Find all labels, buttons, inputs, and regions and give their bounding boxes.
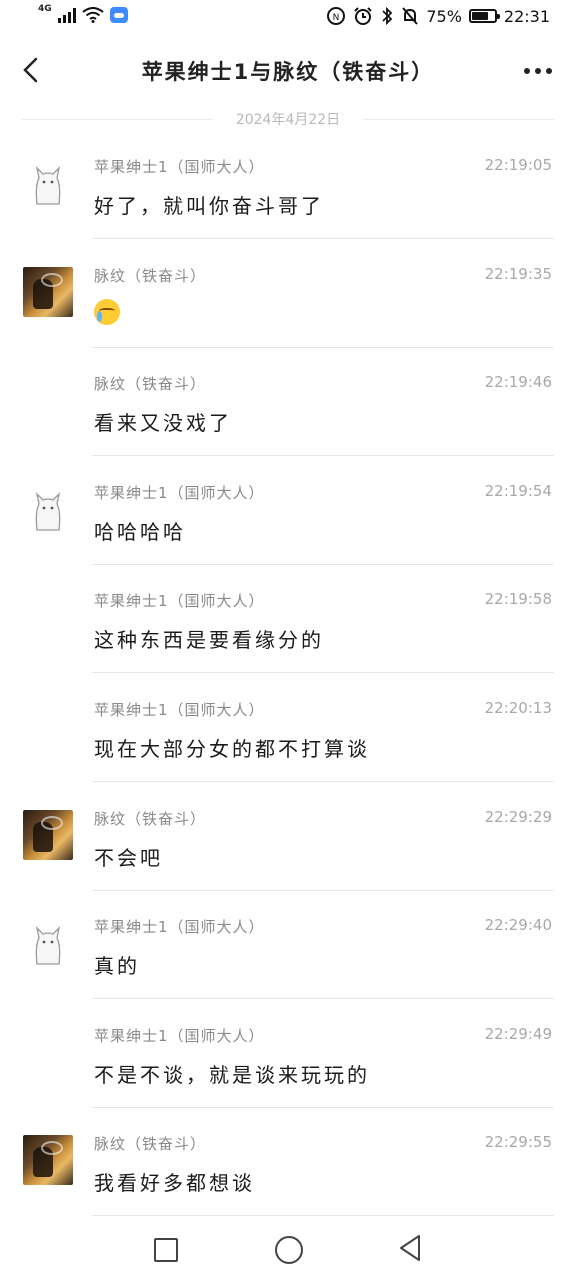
avatar-photo[interactable] xyxy=(23,266,73,317)
alarm-icon xyxy=(354,7,373,25)
avatar-photo[interactable] xyxy=(23,809,73,860)
crying-face-emoji-icon xyxy=(94,299,120,326)
network-type: 4G xyxy=(38,4,52,14)
message-item[interactable]: 苹果绅士1（国师大人） 22:20:13 现在大部分女的都不打算谈 xyxy=(0,683,576,792)
page-title: 苹果绅士1与脉纹（铁奋斗） xyxy=(141,60,435,84)
chevron-left-icon[interactable] xyxy=(18,56,46,84)
message-sender: 苹果绅士1（国师大人） xyxy=(94,700,265,719)
message-sender: 脉纹（铁奋斗） xyxy=(94,1135,207,1154)
date-label: 2024年4月22日 xyxy=(213,108,363,132)
avatar-photo[interactable] xyxy=(23,1135,73,1186)
divider xyxy=(92,780,554,782)
message-time: 22:29:29 xyxy=(484,807,552,826)
square-icon[interactable] xyxy=(154,1238,178,1262)
message-text: 真的 xyxy=(94,954,140,979)
message-sender: 脉纹（铁奋斗） xyxy=(94,266,207,285)
message-text: 不是不谈，就是谈来玩玩的 xyxy=(94,1062,370,1087)
divider xyxy=(92,672,554,674)
message-time: 22:29:49 xyxy=(484,1024,552,1043)
message-text: 我看好多都想谈 xyxy=(94,1171,255,1196)
svg-text:N: N xyxy=(333,13,340,23)
data-saver-icon: N xyxy=(327,7,346,25)
message-sender: 苹果绅士1（国师大人） xyxy=(94,1026,265,1045)
message-text: 看来又没戏了 xyxy=(94,411,232,436)
message-time: 22:20:13 xyxy=(484,698,552,717)
message-text xyxy=(94,299,120,326)
divider xyxy=(92,998,554,1000)
message-item[interactable]: 脉纹（铁奋斗） 22:19:46 看来又没戏了 xyxy=(0,357,576,466)
message-sender: 苹果绅士1（国师大人） xyxy=(94,918,265,937)
avatar-cat[interactable] xyxy=(23,918,73,969)
battery-icon xyxy=(468,9,500,23)
message-sender: 脉纹（铁奋斗） xyxy=(94,375,207,394)
avatar-cat[interactable] xyxy=(23,483,73,534)
message-text: 不会吧 xyxy=(94,845,163,870)
message-list[interactable]: 苹果绅士1（国师大人） 22:19:05 好了，就叫你奋斗哥了脉纹（铁奋斗） 22:1… xyxy=(0,140,576,1226)
message-sender: 苹果绅士1（国师大人） xyxy=(94,483,265,502)
message-time: 22:19:58 xyxy=(484,590,552,609)
message-item[interactable]: 脉纹（铁奋斗） 22:19:35 xyxy=(0,249,576,358)
triangle-back-icon[interactable] xyxy=(398,1234,422,1262)
message-time: 22:29:40 xyxy=(484,916,552,935)
cloud-icon xyxy=(109,7,128,23)
more-dots-icon[interactable] xyxy=(524,68,552,74)
divider xyxy=(92,238,554,239)
signal-icon xyxy=(57,7,76,23)
message-item[interactable]: 苹果绅士1（国师大人） 22:29:40 真的 xyxy=(0,900,576,1009)
message-text: 哈哈哈哈 xyxy=(94,519,186,544)
divider xyxy=(92,1215,554,1217)
divider xyxy=(92,346,554,348)
message-time: 22:19:05 xyxy=(484,156,552,174)
message-item[interactable]: 脉纹（铁奋斗） 22:29:29 不会吧 xyxy=(0,792,576,901)
message-time: 22:19:46 xyxy=(484,373,552,392)
message-item[interactable]: 脉纹（铁奋斗） 22:29:55 我看好多都想谈 xyxy=(0,1117,576,1226)
message-time: 22:29:55 xyxy=(484,1133,552,1152)
clock: 22:31 xyxy=(503,6,550,26)
divider xyxy=(92,889,554,891)
wifi-icon xyxy=(82,7,104,23)
message-item[interactable]: 苹果绅士1（国师大人） 22:29:49 不是不谈，就是谈来玩玩的 xyxy=(0,1009,576,1118)
date-divider: 2024年4月22日 xyxy=(22,108,554,132)
message-time: 22:19:54 xyxy=(484,481,552,500)
message-sender: 脉纹（铁奋斗） xyxy=(94,809,207,828)
message-item[interactable]: 苹果绅士1（国师大人） 22:19:58 这种东西是要看缘分的 xyxy=(0,574,576,683)
status-bar: 4G N 75% 22:31 xyxy=(0,0,576,36)
mute-bell-icon xyxy=(402,7,419,25)
message-text: 现在大部分女的都不打算谈 xyxy=(94,736,370,761)
message-sender: 苹果绅士1（国师大人） xyxy=(94,592,265,611)
divider xyxy=(92,455,554,457)
message-text: 好了，就叫你奋斗哥了 xyxy=(94,194,324,218)
chat-header: 苹果绅士1与脉纹（铁奋斗） xyxy=(0,40,576,102)
status-left: 4G xyxy=(38,4,128,23)
message-time: 22:19:35 xyxy=(484,264,552,283)
status-right: N 75% 22:31 xyxy=(326,6,550,26)
bluetooth-icon xyxy=(382,6,393,26)
avatar-cat[interactable] xyxy=(23,158,73,208)
message-sender: 苹果绅士1（国师大人） xyxy=(94,158,265,176)
message-item[interactable]: 苹果绅士1（国师大人） 22:19:05 好了，就叫你奋斗哥了 xyxy=(0,140,576,249)
navigation-bar xyxy=(0,1220,576,1280)
battery-percent: 75% xyxy=(426,6,462,26)
divider xyxy=(92,1106,554,1108)
divider xyxy=(92,563,554,565)
message-item[interactable]: 苹果绅士1（国师大人） 22:19:54 哈哈哈哈 xyxy=(0,466,576,575)
message-text: 这种东西是要看缘分的 xyxy=(94,628,324,653)
circle-icon[interactable] xyxy=(275,1236,303,1264)
